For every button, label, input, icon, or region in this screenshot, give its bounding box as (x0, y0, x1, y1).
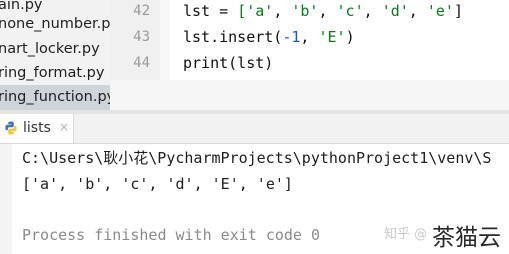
line-number: 43 (133, 29, 150, 45)
watermark-zhihu: 知乎 @ (384, 227, 428, 242)
python-file-icon (5, 121, 17, 135)
gutter-separator (160, 0, 170, 80)
project-tree: ain.py none_number.py nart_locker.py rin… (0, 0, 110, 110)
tree-item-label: nart_locker.py (0, 41, 100, 57)
tree-item-phone-number-py[interactable]: none_number.py (0, 12, 110, 37)
code-line-43: lst.insert(-1, 'E') (183, 28, 355, 46)
editor-gutter: 42 43 44 (110, 0, 160, 80)
editor-bottom-area (110, 80, 509, 110)
console-gutter (0, 144, 12, 254)
line-number: 44 (133, 55, 150, 71)
watermark-brand: 茶猫云 (432, 225, 501, 251)
code-line-42: lst = ['a', 'b', 'c', 'd', 'e'] (183, 2, 463, 20)
console-exit-message: Process finished with exit code 0 (22, 226, 321, 244)
run-tab-lists[interactable]: lists × (0, 114, 74, 143)
tree-item-label: ring_format.py (0, 65, 105, 81)
tree-item-string-format-py[interactable]: ring_format.py (0, 61, 110, 86)
code-line-44: print(lst) (183, 54, 274, 72)
run-tab-label: lists (23, 120, 51, 136)
line-number: 42 (133, 3, 150, 19)
console-output-line: ['a', 'b', 'c', 'd', 'E', 'e'] (22, 175, 293, 193)
run-toolbar: lists × (0, 114, 509, 144)
tree-item-string-function-py[interactable]: ring_function.py (0, 85, 110, 110)
tree-item-label: none_number.py (0, 16, 110, 32)
tree-item-smart-locker-py[interactable]: nart_locker.py (0, 37, 110, 62)
console-interpreter-path: C:\Users\耿小花\PycharmProjects\pythonProje… (22, 149, 492, 167)
code-editor[interactable]: lst = ['a', 'b', 'c', 'd', 'e'] lst.inse… (170, 0, 509, 80)
tree-item-label: ring_function.py (0, 89, 110, 105)
close-icon[interactable]: × (58, 121, 70, 133)
